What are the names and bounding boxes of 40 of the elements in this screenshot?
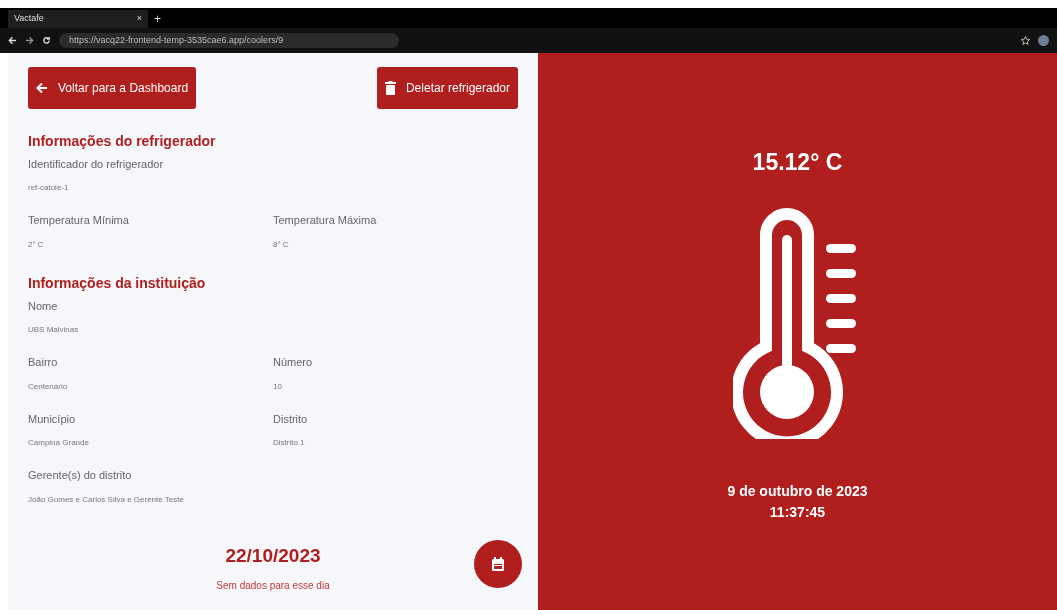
trash-icon: [384, 81, 396, 95]
back-button[interactable]: Voltar para a Dashboard: [28, 67, 197, 109]
tab-title[interactable]: Vactafe: [14, 12, 133, 26]
back-arrow-icon[interactable]: [8, 36, 17, 45]
field-value: Campina Grande: [28, 437, 90, 450]
field-label: Distrito: [273, 411, 309, 427]
field-label: Nome: [28, 298, 59, 314]
star-icon[interactable]: [1021, 36, 1030, 45]
reading-time: 11:37:45: [769, 502, 826, 522]
calendar-icon: [491, 556, 505, 572]
section-title: Informações do refrigerador: [28, 133, 217, 150]
forward-arrow-icon[interactable]: [25, 36, 34, 45]
field-label: Identificador do refrigerador: [28, 156, 165, 172]
field-label: Temperatura Máxima: [273, 213, 378, 229]
close-tab-button[interactable]: ×: [136, 12, 142, 26]
field-label: Gerente(s) do distrito: [28, 468, 133, 484]
new-tab-button[interactable]: +: [154, 10, 161, 28]
field-value: UBS Malvinas: [28, 324, 80, 337]
field-value: 10: [273, 380, 283, 393]
address-bar[interactable]: https://vacq22-frontend-temp-3535cae6.app/coolers/9: [59, 32, 399, 49]
profile-avatar-icon[interactable]: [1038, 35, 1049, 46]
field-value: 2° C: [28, 238, 45, 251]
field-value: Centenário: [28, 380, 69, 393]
no-data-message: Sem dados para esse dia: [216, 579, 330, 594]
reload-icon[interactable]: [42, 36, 51, 45]
field-label: Município: [28, 411, 77, 427]
field-label: Bairro: [28, 355, 59, 371]
field-label: Temperatura Mínima: [28, 213, 130, 229]
temperature-reading: 15.12° C: [752, 148, 843, 177]
calendar-button[interactable]: [474, 540, 522, 588]
field-value: João Gomes e Carlos Silva e Gerente Teste: [28, 493, 185, 506]
field-value: Distrito 1: [273, 437, 306, 450]
section-title: Informações da instituição: [28, 274, 207, 292]
delete-button[interactable]: Deletar refrigerador: [376, 67, 518, 109]
field-value: ref-catole-1: [28, 182, 70, 195]
field-label: Número: [273, 355, 314, 371]
selected-date: 22/10/2023: [225, 543, 321, 568]
arrow-left-icon: [36, 82, 48, 94]
field-value: 8° C: [273, 238, 290, 251]
reading-date: 9 de outubro de 2023: [727, 481, 868, 501]
